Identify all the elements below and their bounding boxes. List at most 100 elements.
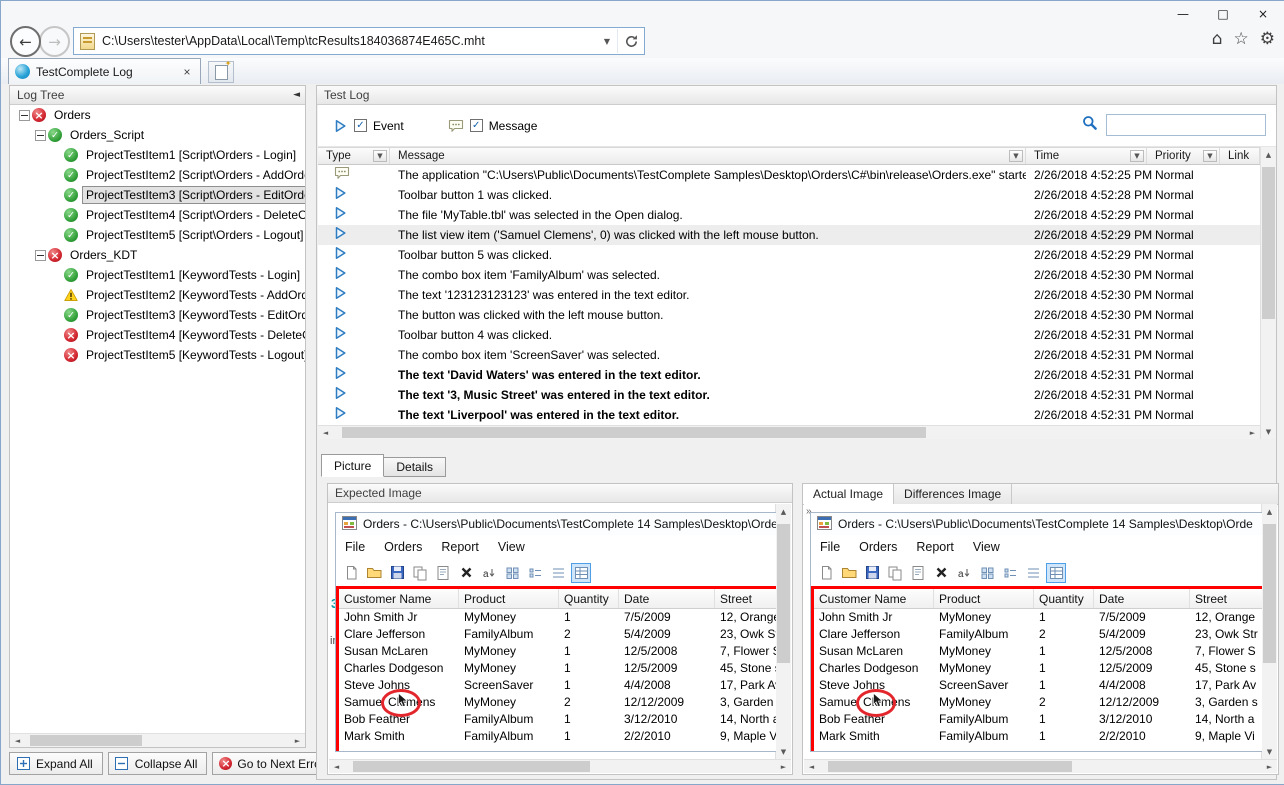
filter-dropdown-icon[interactable]: ▼ (373, 150, 387, 162)
grid-row[interactable]: Charles DodgesonMyMoney112/5/200945, Sto… (811, 660, 1262, 677)
sort-icon[interactable]: a (479, 563, 499, 583)
tree-collapse-expander[interactable] (35, 250, 46, 261)
scroll-down-icon[interactable]: ▼ (1261, 424, 1276, 439)
menu-item-report[interactable]: Report (907, 540, 964, 554)
scroll-down-icon[interactable]: ▼ (776, 744, 791, 759)
grid-row[interactable]: John Smith JrMyMoney17/5/200912, Orange (336, 609, 776, 626)
log-row[interactable]: The combo box item 'FamilyAlbum' was sel… (318, 265, 1260, 285)
grid-row[interactable]: Charles DodgesonMyMoney112/5/200945, Sto… (336, 660, 776, 677)
new-document-icon[interactable] (816, 563, 836, 583)
scroll-left-icon[interactable]: ◄ (804, 760, 819, 773)
address-dropdown-icon[interactable]: ▼ (597, 37, 617, 46)
scroll-track[interactable] (344, 760, 776, 773)
scroll-track[interactable] (333, 426, 1245, 439)
expand-all-button[interactable]: Expand All (9, 752, 103, 775)
grid-column-street[interactable]: Street (1190, 589, 1262, 608)
scroll-track[interactable] (1261, 162, 1276, 424)
menu-item-orders[interactable]: Orders (375, 540, 432, 554)
column-header-priority[interactable]: Priority▼ (1147, 148, 1220, 164)
filter-dropdown-icon[interactable]: ▼ (1009, 150, 1023, 162)
scroll-up-icon[interactable]: ▲ (1262, 504, 1277, 519)
scroll-thumb[interactable] (828, 761, 1072, 772)
new-document-icon[interactable] (341, 563, 361, 583)
tree-item[interactable]: ✓ProjectTestItem4 [Script\Orders - Delet… (10, 205, 305, 225)
properties-icon[interactable] (433, 563, 453, 583)
menu-item-view[interactable]: View (489, 540, 535, 554)
menu-item-file[interactable]: File (336, 540, 375, 554)
browser-tab[interactable]: TestComplete Log × (8, 58, 201, 84)
close-icon[interactable]: × (1243, 3, 1283, 25)
scroll-thumb[interactable] (1262, 167, 1275, 319)
log-row[interactable]: Toolbar button 1 was clicked.2/26/2018 4… (318, 185, 1260, 205)
open-icon[interactable] (839, 563, 859, 583)
log-tree-hscrollbar[interactable]: ◄► (10, 733, 305, 747)
grid-column-customer-name[interactable]: Customer Name (339, 589, 459, 608)
scroll-right-icon[interactable]: ► (1262, 760, 1277, 773)
tree-collapse-expander[interactable] (19, 110, 30, 121)
sort-icon[interactable]: a (954, 563, 974, 583)
open-icon[interactable] (364, 563, 384, 583)
log-row[interactable]: The text '123123123123' was entered in t… (318, 285, 1260, 305)
menu-item-orders[interactable]: Orders (850, 540, 907, 554)
grid-column-street[interactable]: Street (715, 589, 776, 608)
filter-dropdown-icon[interactable]: ▼ (1203, 150, 1217, 162)
tree-item[interactable]: ×ProjectTestItem5 [KeywordTests - Logout… (10, 345, 305, 365)
tree-item[interactable]: ✓Orders_Script (10, 125, 305, 145)
details-view-icon[interactable] (1046, 563, 1066, 583)
scroll-track[interactable] (25, 734, 290, 747)
scroll-thumb[interactable] (777, 524, 790, 664)
tree-item[interactable]: ×ProjectTestItem4 [KeywordTests - Delete… (10, 325, 305, 345)
grid-column-quantity[interactable]: Quantity (1034, 589, 1094, 608)
expected-vscrollbar[interactable]: ▲▼ (775, 504, 791, 759)
list-view-icon[interactable] (1023, 563, 1043, 583)
refresh-icon[interactable] (617, 29, 644, 53)
home-icon[interactable]: ⌂ (1212, 29, 1223, 49)
column-header-message[interactable]: Message▼ (390, 148, 1026, 164)
tree-item[interactable]: ✓ProjectTestItem2 [Script\Orders - AddOr… (10, 165, 305, 185)
grid-column-customer-name[interactable]: Customer Name (814, 589, 934, 608)
menu-item-report[interactable]: Report (432, 540, 489, 554)
tree-item[interactable]: ×Orders (10, 105, 305, 125)
tab-differences-image[interactable]: Differences Image (894, 484, 1012, 504)
log-row[interactable]: The text 'Liverpool' was entered in the … (318, 405, 1260, 425)
large-icons-view-icon[interactable] (502, 563, 522, 583)
log-vscrollbar[interactable]: ▲▼ (1260, 147, 1276, 439)
actual-vscrollbar[interactable]: ▲▼ (1261, 504, 1277, 759)
forward-icon[interactable]: → (39, 26, 70, 57)
grid-column-quantity[interactable]: Quantity (559, 589, 619, 608)
scroll-thumb[interactable] (353, 761, 591, 772)
message-checkbox[interactable]: ✓ (470, 119, 483, 132)
event-checkbox[interactable]: ✓ (354, 119, 367, 132)
log-row[interactable]: The text 'David Waters' was entered in t… (318, 365, 1260, 385)
scroll-right-icon[interactable]: ► (290, 734, 305, 747)
tab-picture[interactable]: Picture (321, 454, 384, 477)
menu-item-file[interactable]: File (811, 540, 850, 554)
collapse-panel-icon[interactable]: ◄ (293, 90, 300, 100)
menu-item-view[interactable]: View (964, 540, 1010, 554)
large-icons-view-icon[interactable] (977, 563, 997, 583)
log-row[interactable]: The list view item ('Samuel Clemens', 0)… (318, 225, 1260, 245)
copy-icon[interactable] (410, 563, 430, 583)
log-row[interactable]: The button was clicked with the left mou… (318, 305, 1260, 325)
tree-item[interactable]: ✓ProjectTestItem1 [KeywordTests - Login] (10, 265, 305, 285)
log-search-input[interactable] (1106, 114, 1266, 136)
log-row[interactable]: The combo box item 'ScreenSaver' was sel… (318, 345, 1260, 365)
filter-dropdown-icon[interactable]: ▼ (1130, 150, 1144, 162)
log-row[interactable]: Toolbar button 5 was clicked.2/26/2018 4… (318, 245, 1260, 265)
tree-item[interactable]: ProjectTestItem2 [KeywordTests - AddOrde… (10, 285, 305, 305)
tab-actual-image[interactable]: Actual Image (803, 484, 894, 504)
scroll-thumb[interactable] (1263, 524, 1276, 664)
log-hscrollbar[interactable]: ◄► (318, 425, 1260, 439)
log-row[interactable]: The file 'MyTable.tbl' was selected in t… (318, 205, 1260, 225)
save-icon[interactable] (862, 563, 882, 583)
settings-icon[interactable]: ⚙ (1260, 29, 1275, 49)
column-header-type[interactable]: Type▼ (318, 148, 390, 164)
tree-item[interactable]: ✓ProjectTestItem3 [KeywordTests - EditOr… (10, 305, 305, 325)
grid-row[interactable]: Susan McLarenMyMoney112/5/20087, Flower … (811, 643, 1262, 660)
copy-icon[interactable] (885, 563, 905, 583)
scroll-left-icon[interactable]: ◄ (10, 734, 25, 747)
scroll-up-icon[interactable]: ▲ (776, 504, 791, 519)
grid-column-date[interactable]: Date (1094, 589, 1190, 608)
back-icon[interactable]: ← (10, 26, 41, 57)
small-icons-view-icon[interactable] (1000, 563, 1020, 583)
